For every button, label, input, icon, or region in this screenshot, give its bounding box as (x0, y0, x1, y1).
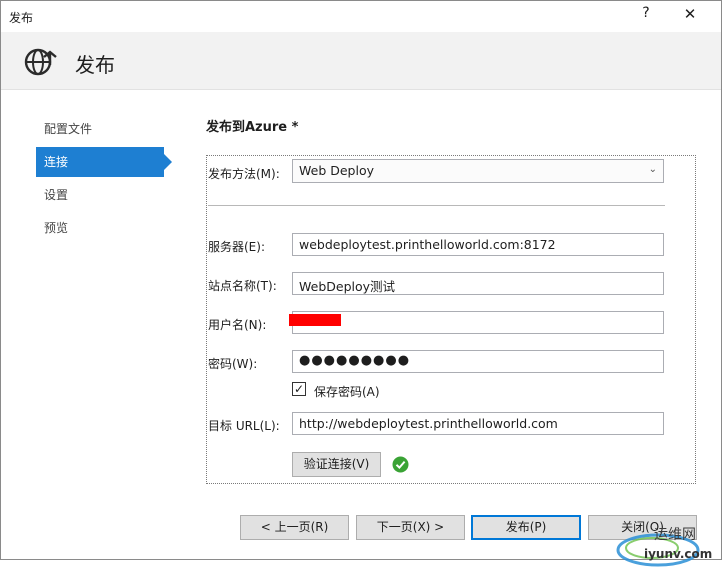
server-label: 服务器(E): (208, 240, 265, 254)
section-title: 发布到Azure * (206, 120, 299, 135)
target-url-input[interactable]: http://webdeploytest.printhelloworld.com (292, 412, 664, 435)
watermark-url: iyunv.com (644, 547, 713, 561)
window-title: 发布 (9, 11, 34, 25)
save-password-label[interactable]: 保存密码(A) (314, 383, 380, 400)
server-input[interactable]: webdeploytest.printhelloworld.com:8172 (292, 233, 664, 256)
redaction-bar (289, 314, 341, 326)
password-input[interactable]: ●●●●●●●●● (292, 350, 664, 373)
nav-item-connection[interactable]: 连接 (36, 147, 172, 177)
save-password-checkbox[interactable]: ✓ (292, 382, 306, 396)
previous-button[interactable]: < 上一页(R) (240, 515, 349, 540)
close-window-button[interactable]: ✕ (681, 5, 699, 23)
help-button[interactable]: ? (637, 5, 655, 21)
watermark-title: 运维网 (654, 527, 696, 543)
chevron-down-icon: ⌄ (648, 164, 657, 175)
verify-connection-button[interactable]: 验证连接(V) (292, 452, 381, 477)
target-url-label: 目标 URL(L): (208, 419, 280, 433)
site-name-input[interactable]: WebDeploy测试 (292, 272, 664, 295)
publish-method-label: 发布方法(M): (208, 167, 280, 181)
publish-method-value: Web Deploy (299, 163, 374, 178)
username-input[interactable] (292, 311, 664, 334)
nav-item-profile[interactable]: 配置文件 (36, 114, 172, 144)
dialog-header: 发布 (1, 32, 721, 90)
username-label: 用户名(N): (208, 318, 267, 332)
publish-method-select[interactable]: Web Deploy ⌄ (292, 159, 664, 183)
title-bar: 发布 ? ✕ (1, 1, 721, 32)
nav-item-preview[interactable]: 预览 (36, 213, 172, 243)
page-title: 发布 (75, 53, 115, 77)
section-divider (208, 205, 665, 206)
success-check-icon (392, 456, 409, 473)
sidebar-nav: 配置文件 连接 设置 预览 (36, 114, 172, 246)
site-name-label: 站点名称(T): (208, 279, 277, 293)
password-label: 密码(W): (208, 357, 258, 371)
next-button[interactable]: 下一页(X) > (356, 515, 465, 540)
nav-item-settings[interactable]: 设置 (36, 180, 172, 210)
globe-publish-icon (24, 48, 57, 76)
publish-button[interactable]: 发布(P) (471, 515, 581, 540)
